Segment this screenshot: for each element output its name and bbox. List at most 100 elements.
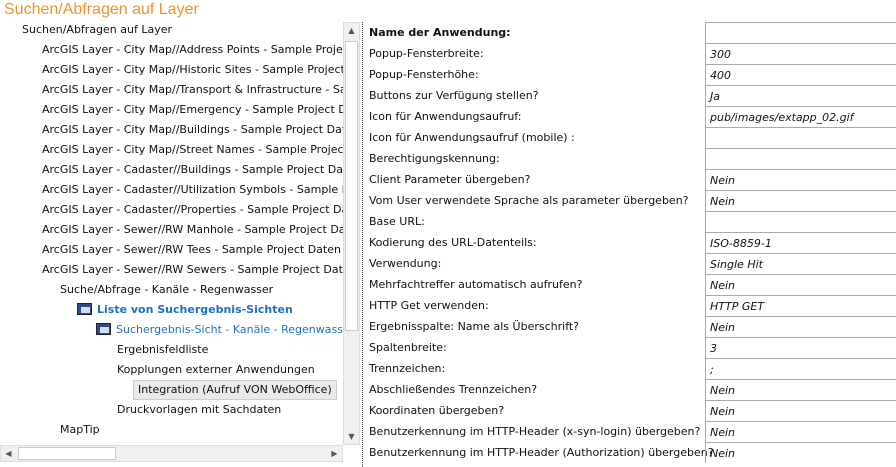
tree-item-label: ArcGIS Layer - Sewer//RW Tees - Sample P… xyxy=(42,243,343,256)
property-label: Abschließendes Trennzeichen? xyxy=(369,383,538,396)
property-row: Name der Anwendung: xyxy=(363,22,896,43)
property-row: Ergebnisspalte: Name als Überschrift? Nei… xyxy=(363,316,896,337)
property-value[interactable]: Nein xyxy=(705,190,896,211)
property-row: Berechtigungskennung: xyxy=(363,148,896,169)
property-label: Icon für Anwendungsaufruf (mobile) : xyxy=(369,131,575,144)
property-grid: Name der Anwendung: Popup-Fensterbreite: 3… xyxy=(363,22,896,463)
tree-item[interactable]: Suche/Abfrage - Kanäle - Regenwasser xyxy=(60,280,273,300)
property-value[interactable]: Nein xyxy=(705,274,896,295)
property-value[interactable] xyxy=(705,148,896,169)
property-row: Abschließendes Trennzeichen? Nein xyxy=(363,379,896,400)
property-label: Popup-Fensterhöhe: xyxy=(369,68,479,81)
property-value[interactable]: Nein xyxy=(705,316,896,337)
property-value[interactable]: 400 xyxy=(705,64,896,85)
property-value[interactable]: Ja xyxy=(705,85,896,106)
tree-item[interactable]: Ergebnisfeldliste xyxy=(117,340,208,360)
tree-item[interactable]: Integration (Aufruf VON WebOffice) xyxy=(133,380,337,400)
tree-item[interactable]: MapTip xyxy=(60,420,100,440)
tree-item[interactable]: ArcGIS Layer - City Map//Historic Sites … xyxy=(42,60,343,80)
tree-item[interactable]: ArcGIS Layer - Sewer//RW Manhole - Sampl… xyxy=(42,220,343,240)
tree-item-label: ArcGIS Layer - Cadaster//Properties - Sa… xyxy=(42,203,343,216)
scroll-left-icon[interactable]: ◀ xyxy=(1,446,16,461)
tree-item[interactable]: ArcGIS Layer - City Map//Address Points … xyxy=(42,40,343,60)
tree-item[interactable]: Liste von Suchergebnis-Sichten xyxy=(77,300,293,320)
property-label: Mehrfachtreffer automatisch aufrufen? xyxy=(369,278,583,291)
horizontal-scrollbar[interactable]: ◀ ▶ xyxy=(0,445,343,462)
tree-item-label: MapTip xyxy=(60,423,100,436)
property-value[interactable]: Nein xyxy=(705,400,896,421)
property-label: Popup-Fensterbreite: xyxy=(369,47,484,60)
tree-item-label: ArcGIS Layer - City Map//Address Points … xyxy=(42,43,343,56)
tree-item[interactable]: Suchergebnis-Sicht - Kanäle - Regenwasse… xyxy=(96,320,343,340)
property-value[interactable] xyxy=(705,211,896,232)
property-row: Buttons zur Verfügung stellen? Ja xyxy=(363,85,896,106)
tree-item[interactable]: Druckvorlagen mit Sachdaten xyxy=(117,400,281,420)
tree-item[interactable]: ArcGIS Layer - Cadaster//Buildings - Sam… xyxy=(42,160,343,180)
property-label: Verwendung: xyxy=(369,257,442,270)
property-label: Name der Anwendung: xyxy=(369,26,511,39)
tree-item-label: ArcGIS Layer - Cadaster//Buildings - Sam… xyxy=(42,163,343,176)
scroll-right-icon[interactable]: ▶ xyxy=(327,446,342,461)
property-row: Vom User verwendete Sprache als paramete… xyxy=(363,190,896,211)
tree-item-label: Suchergebnis-Sicht - Kanäle - Regenwasse… xyxy=(116,323,343,336)
property-label: Benutzerkennung im HTTP-Header (Authoriz… xyxy=(369,446,714,459)
property-row: Icon für Anwendungsaufruf (mobile) : xyxy=(363,127,896,148)
property-row: Spaltenbreite: 3 xyxy=(363,337,896,358)
page-title: Suchen/Abfragen auf Layer xyxy=(4,1,199,18)
property-label: Spaltenbreite: xyxy=(369,341,447,354)
property-value[interactable]: 3 xyxy=(705,337,896,358)
property-label: Trennzeichen: xyxy=(369,362,446,375)
tree-item-label: Integration (Aufruf VON WebOffice) xyxy=(138,383,332,396)
tree-item-label: ArcGIS Layer - City Map//Emergency - Sam… xyxy=(42,103,343,116)
vertical-scroll-thumb[interactable] xyxy=(345,41,358,331)
table-view-icon xyxy=(77,303,92,315)
tree-item[interactable]: ArcGIS Layer - Cadaster//Properties - Sa… xyxy=(42,200,343,220)
property-value[interactable]: 300 xyxy=(705,43,896,64)
vertical-scrollbar[interactable]: ▲ ▼ xyxy=(343,22,360,445)
tree-item-label: Ergebnisfeldliste xyxy=(117,343,209,356)
property-value[interactable]: Nein xyxy=(705,442,896,463)
tree-item[interactable]: ArcGIS Layer - City Map//Transport & Inf… xyxy=(42,80,343,100)
property-value[interactable]: Nein xyxy=(705,379,896,400)
property-row: Mehrfachtreffer automatisch aufrufen? Nei… xyxy=(363,274,896,295)
property-value[interactable]: Single Hit xyxy=(705,253,896,274)
tree-item[interactable]: ArcGIS Layer - City Map//Emergency - Sam… xyxy=(42,100,343,120)
property-label: Koordinaten übergeben? xyxy=(369,404,505,417)
tree-item-label: ArcGIS Layer - City Map//Historic Sites … xyxy=(42,63,343,76)
tree-item[interactable]: ArcGIS Layer - City Map//Street Names - … xyxy=(42,140,343,160)
tree-item[interactable]: ArcGIS Layer - City Map//Buildings - Sam… xyxy=(42,120,343,140)
property-label: HTTP Get verwenden: xyxy=(369,299,489,312)
property-label: Icon für Anwendungsaufruf: xyxy=(369,110,522,123)
tree-item[interactable]: Kopplungen externer Anwendungen xyxy=(117,360,315,380)
tree-item[interactable]: ArcGIS Layer - Sewer//RW Sewers - Sample… xyxy=(42,260,343,280)
tree-item-label: ArcGIS Layer - Sewer//RW Sewers - Sample… xyxy=(42,263,343,276)
property-label: Base URL: xyxy=(369,215,425,228)
property-value[interactable]: Nein xyxy=(705,421,896,442)
property-row: Verwendung: Single Hit xyxy=(363,253,896,274)
table-view-icon xyxy=(96,323,111,335)
property-label: Berechtigungskennung: xyxy=(369,152,500,165)
tree-item[interactable]: ArcGIS Layer - Sewer//RW Tees - Sample P… xyxy=(42,240,343,260)
property-value[interactable]: ISO-8859-1 xyxy=(705,232,896,253)
property-value[interactable] xyxy=(705,127,896,148)
property-value[interactable]: Nein xyxy=(705,169,896,190)
horizontal-scroll-thumb[interactable] xyxy=(18,447,116,460)
tree-item-label: Suchen/Abfragen auf Layer xyxy=(22,23,173,36)
property-value[interactable]: HTTP GET xyxy=(705,295,896,316)
scroll-down-icon[interactable]: ▼ xyxy=(344,429,359,444)
tree-item-label: Kopplungen externer Anwendungen xyxy=(117,363,315,376)
property-row: Benutzerkennung im HTTP-Header (Authoriz… xyxy=(363,442,896,463)
tree-item[interactable]: ArcGIS Layer - Cadaster//Utilization Sym… xyxy=(42,180,343,200)
tree-item-label: ArcGIS Layer - Cadaster//Utilization Sym… xyxy=(42,183,343,196)
tree-view[interactable]: Suchen/Abfragen auf Layer ArcGIS Layer - … xyxy=(0,20,343,445)
property-label: Kodierung des URL-Datenteils: xyxy=(369,236,537,249)
property-value[interactable]: ; xyxy=(705,358,896,379)
tree-item-label: Suche/Abfrage - Kanäle - Regenwasser xyxy=(60,283,274,296)
tree-item-label: ArcGIS Layer - Sewer//RW Manhole - Sampl… xyxy=(42,223,343,236)
property-value[interactable] xyxy=(705,22,896,43)
scroll-up-icon[interactable]: ▲ xyxy=(344,23,359,38)
tree-item[interactable]: Suchen/Abfragen auf Layer xyxy=(22,20,172,40)
property-value[interactable]: pub/images/extapp_02.gif xyxy=(705,106,896,127)
property-label: Vom User verwendete Sprache als paramete… xyxy=(369,194,689,207)
property-label: Buttons zur Verfügung stellen? xyxy=(369,89,539,102)
